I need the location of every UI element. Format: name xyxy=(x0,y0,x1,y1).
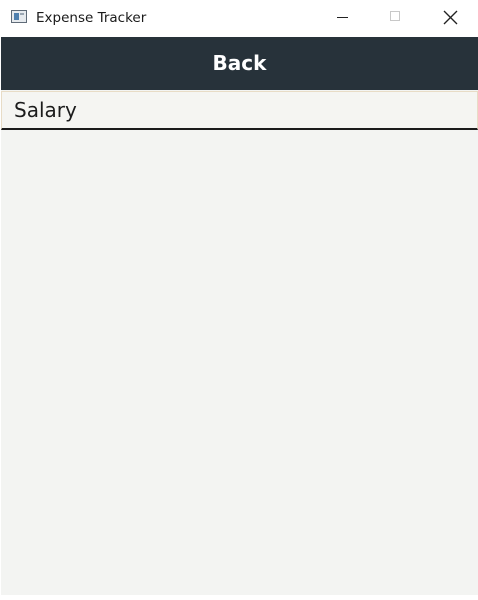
close-icon xyxy=(443,10,458,25)
list-item-label: Salary xyxy=(14,98,77,122)
maximize-icon xyxy=(390,11,400,21)
app-window: Expense Tracker Back Salary xyxy=(0,0,478,600)
bottom-edge xyxy=(0,595,478,600)
main-content: Back Salary xyxy=(1,37,478,595)
maximize-button[interactable] xyxy=(373,0,419,36)
close-button[interactable] xyxy=(428,0,474,36)
minimize-icon xyxy=(337,17,348,18)
minimize-button[interactable] xyxy=(320,0,366,36)
list-item[interactable]: Salary xyxy=(1,91,478,130)
title-bar[interactable]: Expense Tracker xyxy=(0,0,478,36)
back-button[interactable]: Back xyxy=(1,37,478,90)
window-title: Expense Tracker xyxy=(36,10,147,26)
app-window-icon xyxy=(11,10,27,23)
